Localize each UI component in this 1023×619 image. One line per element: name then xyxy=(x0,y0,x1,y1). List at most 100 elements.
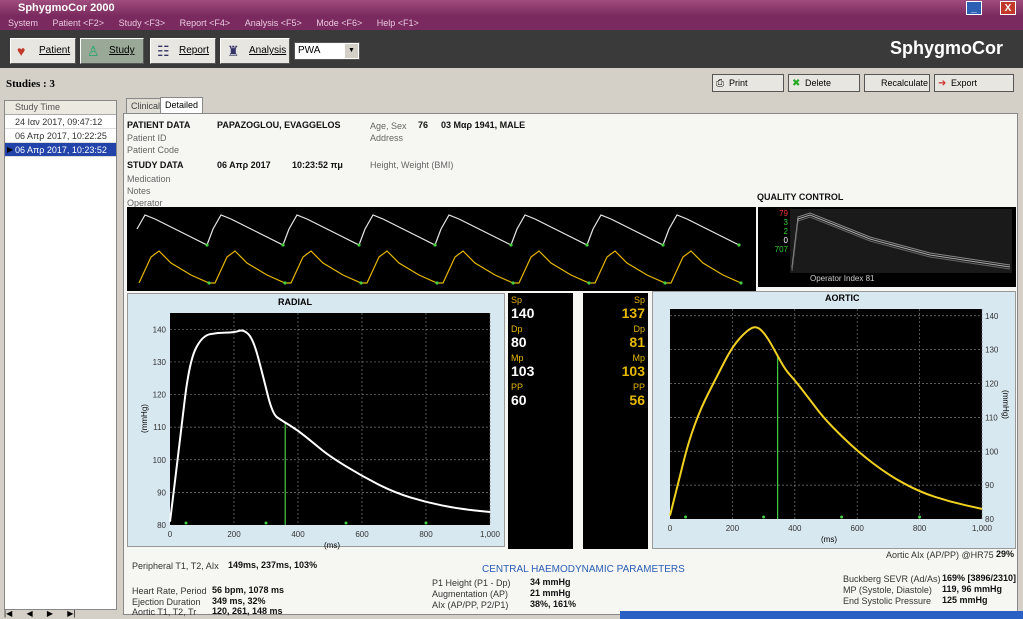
radial-chart-svg: 80 90 100 110 120 130 140 0 200 400 600 800 1,000 xyxy=(153,313,501,539)
beat-marker xyxy=(433,243,437,247)
aortic-sp-label: Sp xyxy=(633,295,645,305)
heart-rate-value: 56 bpm, 1078 ms xyxy=(212,585,285,595)
pulse-foot-markers xyxy=(205,243,743,285)
y-tick-label: 90 xyxy=(157,488,166,497)
qc-values: 79 3 2 0 707 xyxy=(760,209,788,254)
studies-bar: Studies : 3 ⎙ Print ✖ Delete Recalculate… xyxy=(0,70,1023,96)
export-button[interactable]: ➜ Export xyxy=(934,74,1014,92)
tab-detailed[interactable]: Detailed xyxy=(160,97,204,113)
axis-marker xyxy=(184,521,188,525)
x-tick-label: 0 xyxy=(668,524,673,533)
delete-icon: ✖ xyxy=(792,78,801,89)
y-tick-label: 110 xyxy=(985,413,998,422)
print-button[interactable]: ⎙ Print xyxy=(712,74,784,92)
study-row-selected[interactable]: ▶ 06 Απρ 2017, 10:23:52 xyxy=(5,143,116,157)
menu-system[interactable]: System xyxy=(8,18,38,28)
prev-record-icon[interactable]: ◀ xyxy=(26,609,32,618)
close-button[interactable]: X xyxy=(1000,1,1016,15)
title-bar: SphygmoCor 2000 _ X xyxy=(0,0,1023,16)
minimize-button[interactable]: _ xyxy=(966,1,982,15)
central-parameters-title: CENTRAL HAEMODYNAMIC PARAMETERS xyxy=(482,564,685,575)
patient-button-label: Patient xyxy=(39,45,71,56)
heart-person-icon: ♥ xyxy=(17,43,26,59)
menu-bar: System Patient <F2> Study <F3> Report <F… xyxy=(0,16,1023,30)
aortic-y-axis-label: (mmHg) xyxy=(1000,390,1010,419)
peripheral-label: Peripheral T1, T2, AIx xyxy=(132,561,219,571)
aortic-chart-svg: 80 90 100 110 120 130 140 0 200 400 600 800 1,000 xyxy=(668,309,999,533)
study-row[interactable]: 24 Ιαν 2017, 09:47:12 xyxy=(5,115,116,129)
qc-value: 3 xyxy=(783,218,788,227)
x-tick-label: 600 xyxy=(355,530,369,539)
x-tick-label: 1,000 xyxy=(480,530,501,539)
record-navigator[interactable]: |◀ ◀ ▶ ▶| xyxy=(4,609,120,619)
study-time: 10:23:52 πμ xyxy=(292,160,343,170)
row-pointer-icon: ▶ xyxy=(7,145,14,154)
beat-marker xyxy=(585,243,589,247)
recalculate-button[interactable]: Recalculate xyxy=(864,74,930,92)
beat-marker xyxy=(357,243,361,247)
qc-value: 707 xyxy=(774,245,788,254)
y-tick-label: 140 xyxy=(985,312,999,321)
beat-marker xyxy=(435,281,439,285)
x-tick-label: 800 xyxy=(419,530,433,539)
report-button-label: Report xyxy=(179,45,210,56)
quality-control-title: QUALITY CONTROL xyxy=(757,192,844,202)
menu-analysis[interactable]: Analysis <F5> xyxy=(245,18,302,28)
y-tick-label: 110 xyxy=(153,423,166,432)
export-button-label: Export xyxy=(951,78,978,88)
radial-pp-label: PP xyxy=(511,382,524,392)
report-button[interactable]: ☷ Report xyxy=(150,38,216,64)
printer-icon: ⎙ xyxy=(716,78,724,89)
study-list: Study Time 24 Ιαν 2017, 09:47:12 06 Απρ … xyxy=(4,100,117,610)
print-button-label: Print xyxy=(729,78,748,88)
menu-mode[interactable]: Mode <F6> xyxy=(316,18,362,28)
y-tick-label: 80 xyxy=(985,515,994,524)
study-row[interactable]: 06 Απρ 2017, 10:22:25 xyxy=(5,129,116,143)
qc-value: 79 xyxy=(779,209,788,218)
qc-value: 0 xyxy=(783,236,788,245)
aortic-aix-label: Aortic AIx (AP/PP) @HR75 xyxy=(886,550,994,560)
beat-marker xyxy=(207,281,211,285)
study-button[interactable]: ♙ Study xyxy=(80,38,144,64)
delete-button[interactable]: ✖ Delete xyxy=(788,74,860,92)
aortic-dp-value: 81 xyxy=(629,334,645,350)
axis-marker xyxy=(762,515,766,519)
patient-code-label: Patient Code xyxy=(127,145,180,155)
ejection-value: 349 ms, 32% xyxy=(212,596,266,606)
first-record-icon[interactable]: |◀ xyxy=(4,609,12,618)
x-tick-label: 0 xyxy=(168,530,173,539)
patient-name: PAPAZOGLOU, EVAGGELOS xyxy=(217,120,341,130)
radial-mp-label: Mp xyxy=(511,353,524,363)
app-title: SphygmoCor 2000 xyxy=(18,2,115,14)
heart-rate-label: Heart Rate, Period xyxy=(132,586,207,596)
radial-dp-label: Dp xyxy=(511,324,523,334)
p1-height-label: P1 Height (P1 - Dp) xyxy=(432,578,511,588)
patient-id-label: Patient ID xyxy=(127,133,167,143)
menu-help[interactable]: Help <F1> xyxy=(377,18,419,28)
y-tick-label: 120 xyxy=(985,380,999,389)
aortic-sp-value: 137 xyxy=(621,305,645,321)
patient-button[interactable]: ♥ Patient xyxy=(10,38,76,64)
last-record-icon[interactable]: ▶| xyxy=(67,609,75,618)
menu-report[interactable]: Report <F4> xyxy=(180,18,231,28)
delete-button-label: Delete xyxy=(805,78,832,88)
beat-marker xyxy=(509,243,513,247)
menu-patient[interactable]: Patient <F2> xyxy=(53,18,105,28)
p1-height-value: 34 mmHg xyxy=(530,577,571,587)
x-tick-label: 1,000 xyxy=(972,524,993,533)
mode-select[interactable]: PWA ▼ xyxy=(294,42,360,60)
beat-marker xyxy=(281,243,285,247)
menu-study[interactable]: Study <F3> xyxy=(119,18,166,28)
study-data-heading: STUDY DATA xyxy=(127,160,184,170)
operator-index: Operator Index 81 xyxy=(810,274,875,283)
radial-chart-panel: RADIAL 80 90 100 110 120 130 140 0 200 400 600 800 1… xyxy=(127,293,505,550)
chevron-down-icon[interactable]: ▼ xyxy=(345,44,358,58)
qc-value: 2 xyxy=(783,227,788,236)
next-record-icon[interactable]: ▶ xyxy=(47,609,53,618)
analysis-button[interactable]: ♜ Analysis xyxy=(220,38,290,64)
study-list-header: Study Time xyxy=(5,101,116,115)
axis-marker xyxy=(344,521,348,525)
plot-area xyxy=(170,313,490,525)
x-tick-label: 400 xyxy=(788,524,802,533)
beat-marker xyxy=(359,281,363,285)
